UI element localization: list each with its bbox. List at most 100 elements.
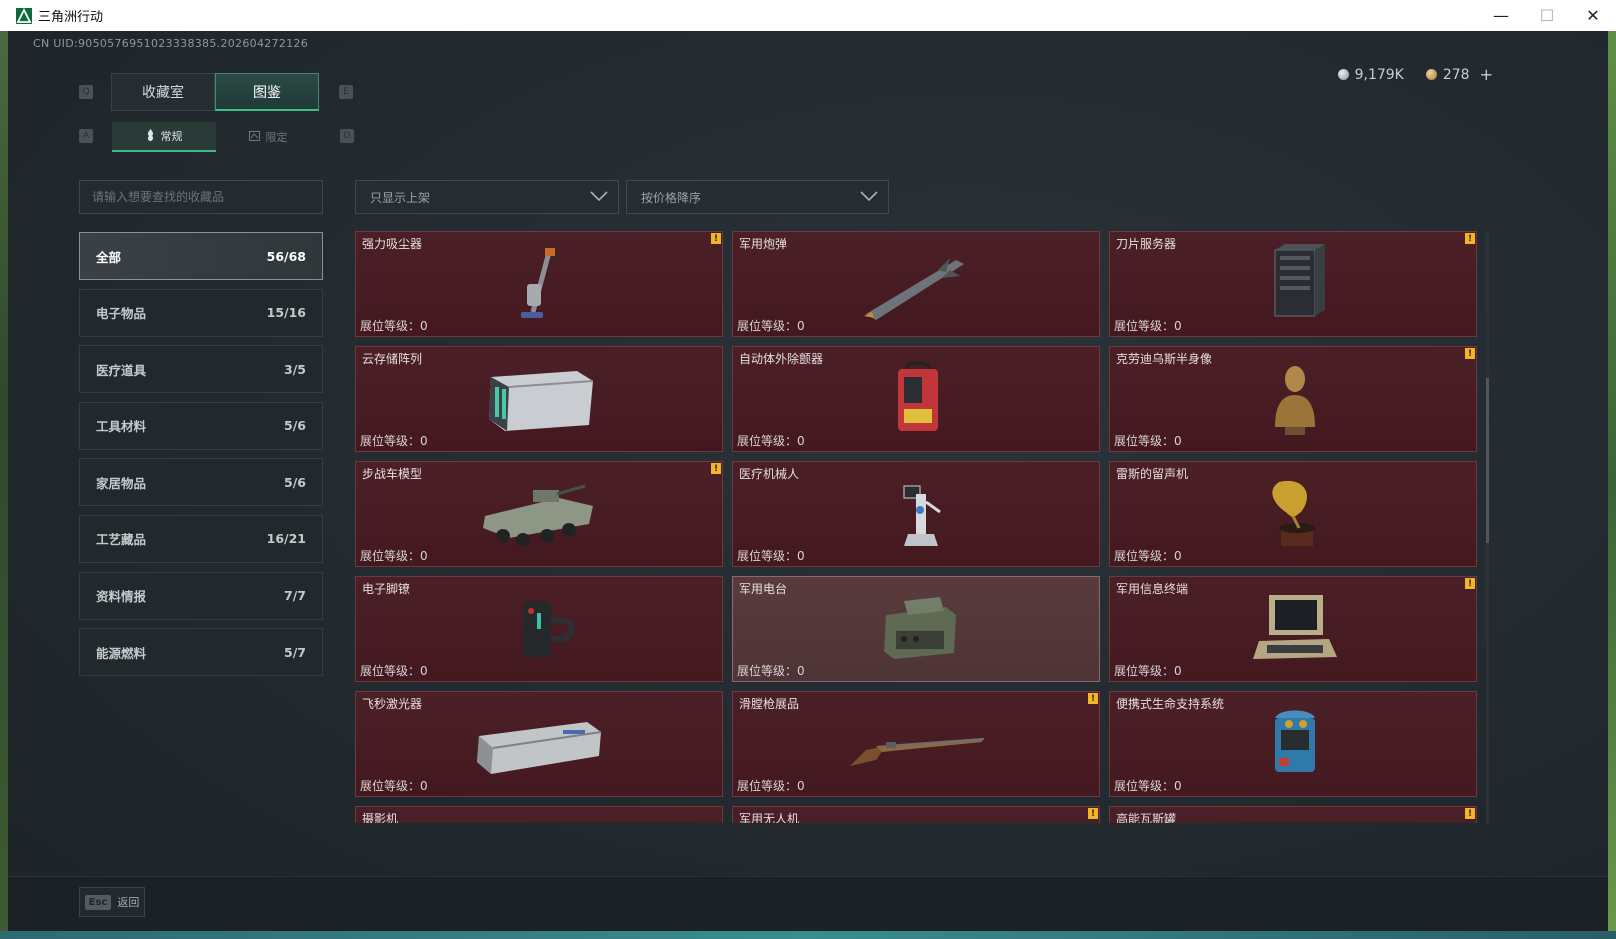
new-badge: ! (1088, 808, 1098, 819)
category-count: 15/16 (266, 305, 306, 321)
gold-amount: 278 (1442, 66, 1470, 83)
booth-level: 展位等级：0 (360, 434, 428, 448)
booth-level: 展位等级：0 (1114, 549, 1182, 563)
desktop-edge-bottom (0, 931, 1616, 939)
musket-icon (850, 738, 985, 766)
collection-card[interactable]: 滑膛枪展品 ! 展位等级：0 (732, 691, 1100, 797)
app-content: CN UID:9050576951023338385.202604272126 … (8, 31, 1608, 931)
category-label: 电子物品 (96, 306, 147, 322)
booth-level: 展位等级：0 (1114, 434, 1182, 448)
collection-card[interactable]: 步战车模型 ! 展位等级：0 (355, 461, 723, 567)
bust-icon (1275, 366, 1315, 435)
category-count: 7/7 (284, 588, 306, 604)
esc-key-icon: Esc (84, 894, 112, 910)
collection-card[interactable]: 强力吸尘器 ! 展位等级：0 (355, 231, 723, 337)
desktop-edge-left (0, 31, 8, 939)
medical-robot-icon (903, 485, 941, 546)
sort-dropdown[interactable]: 按价格降序 (626, 180, 889, 214)
silver-coin-icon (1337, 69, 1349, 80)
new-badge: ! (1465, 808, 1475, 819)
category-electronics[interactable]: 电子物品 15/16 (79, 288, 323, 337)
category-intel[interactable]: 资料情报 7/7 (79, 571, 323, 620)
window-close-button[interactable]: ✕ (1570, 0, 1616, 31)
booth-level: 展位等级：0 (737, 549, 805, 563)
new-badge: ! (1465, 348, 1475, 359)
category-label: 资料情报 (96, 589, 147, 605)
category-medical[interactable]: 医疗道具 3/5 (79, 345, 323, 394)
category-list: 全部 56/68 电子物品 15/16 医疗道具 3/5 工具材料 5/6 家居… (79, 232, 323, 685)
category-label: 工具材料 (96, 419, 147, 435)
key-hint-d: D (340, 129, 354, 143)
shelf-filter-dropdown[interactable]: 只显示上架 (355, 180, 619, 214)
collection-card[interactable]: 飞秒激光器 展位等级：0 (355, 691, 723, 797)
gramophone-icon (1272, 480, 1315, 546)
item-name: 军用无人机 (739, 812, 800, 823)
key-hint-a: A (79, 129, 93, 143)
category-count: 5/7 (284, 644, 306, 660)
collection-card[interactable]: 雷斯的留声机 展位等级：0 (1109, 461, 1477, 567)
collection-grid: 强力吸尘器 ! 展位等级：0 军用炮弹 展位等级：0 刀片服务器 ! 展位等级：… (355, 231, 1481, 823)
item-name: 刀片服务器 (1116, 237, 1177, 251)
tab-collection-room[interactable]: 收藏室 (111, 73, 215, 111)
collection-card[interactable]: 刀片服务器 ! 展位等级：0 (1109, 231, 1477, 337)
category-tools[interactable]: 工具材料 5/6 (79, 401, 323, 450)
subtab-limited-label: 限定 (265, 131, 288, 144)
add-currency-button[interactable]: + (1480, 65, 1493, 84)
window-minimize-button[interactable]: — (1478, 0, 1524, 31)
ankle-monitor-icon (523, 601, 575, 657)
category-crafts[interactable]: 工艺藏品 16/21 (79, 514, 323, 563)
grid-scrollbar[interactable] (1486, 232, 1489, 824)
item-name: 强力吸尘器 (362, 237, 423, 251)
subtab-regular[interactable]: 常规 (112, 122, 216, 152)
category-label: 能源燃料 (96, 645, 147, 661)
category-label: 医疗道具 (96, 362, 147, 378)
booth-level: 展位等级：0 (360, 664, 428, 678)
category-household[interactable]: 家居物品 5/6 (79, 458, 323, 507)
collection-card[interactable]: 电子脚镣 展位等级：0 (355, 576, 723, 682)
missile-icon (864, 258, 964, 320)
server-icon (1274, 244, 1325, 317)
booth-level: 展位等级：0 (1114, 664, 1182, 678)
collection-card[interactable]: 摄影机 (355, 806, 723, 823)
silver-amount: 9,179K (1354, 66, 1404, 83)
subtab-limited[interactable]: 限定 (216, 122, 320, 152)
ifv-model-icon (483, 484, 593, 547)
collection-card[interactable]: 克劳迪乌斯半身像 ! 展位等级：0 (1109, 346, 1477, 452)
currency-bar: 9,179K 278 + (1337, 65, 1493, 84)
sub-tabs: 常规 限定 (112, 122, 320, 152)
collection-search-input[interactable] (79, 180, 323, 214)
collection-card[interactable]: 便携式生命支持系统 展位等级：0 (1109, 691, 1477, 797)
storage-array-icon (489, 371, 594, 431)
collection-card[interactable]: 军用信息终端 ! 展位等级：0 (1109, 576, 1477, 682)
window-maximize-button[interactable]: ☐ (1524, 0, 1570, 31)
booth-level: 展位等级：0 (737, 779, 805, 793)
collection-card[interactable]: 军用电台 展位等级：0 (732, 576, 1100, 682)
back-button[interactable]: Esc 返回 (79, 887, 145, 917)
window-titlebar: 三角洲行动 — ☐ ✕ (0, 0, 1616, 31)
category-count: 5/6 (284, 418, 306, 434)
item-name: 摄影机 (362, 812, 399, 823)
collection-card[interactable]: 云存储阵列 展位等级：0 (355, 346, 723, 452)
chevron-down-icon (860, 190, 878, 204)
category-energy[interactable]: 能源燃料 5/7 (79, 628, 323, 677)
item-name: 医疗机械人 (739, 467, 800, 481)
item-name: 步战车模型 (362, 467, 423, 481)
limited-icon (248, 130, 260, 144)
collection-card[interactable]: 军用炮弹 展位等级：0 (732, 231, 1100, 337)
subtab-regular-label: 常规 (160, 130, 183, 143)
collection-card[interactable]: 军用无人机 ! (732, 806, 1100, 823)
item-name: 军用信息终端 (1116, 582, 1189, 596)
booth-level: 展位等级：0 (737, 664, 805, 678)
gold-currency: 278 + (1425, 65, 1493, 84)
chevron-down-icon (590, 190, 608, 204)
grid-scrollbar-thumb[interactable] (1486, 378, 1489, 543)
app-logo-icon (16, 7, 32, 24)
category-all[interactable]: 全部 56/68 (79, 232, 323, 280)
collection-card[interactable]: 高能瓦斯罐 ! (1109, 806, 1477, 823)
collection-card[interactable]: 医疗机械人 展位等级：0 (732, 461, 1100, 567)
tab-catalog[interactable]: 图鉴 (215, 73, 319, 111)
new-badge: ! (711, 463, 721, 474)
new-badge: ! (1088, 693, 1098, 704)
collection-card[interactable]: 自动体外除颤器 展位等级：0 (732, 346, 1100, 452)
main-tabs: 收藏室 图鉴 (111, 73, 319, 111)
